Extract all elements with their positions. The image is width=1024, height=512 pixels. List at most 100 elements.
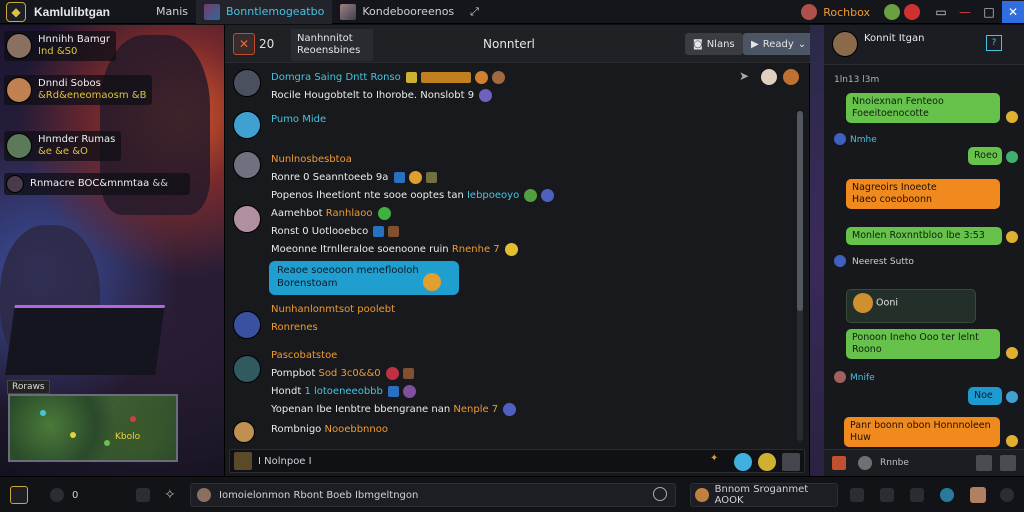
tab-kondebooreenos[interactable]: Kondebooreenos <box>332 0 462 24</box>
message-author: Pascobatstoe <box>271 350 338 361</box>
chat-button[interactable] <box>850 485 864 505</box>
notifications-button[interactable]: 0 <box>50 485 78 505</box>
minimap-marker <box>40 410 46 416</box>
sender-name: Nmhe <box>850 135 877 145</box>
minimap-marker <box>70 432 76 438</box>
message-author: Rombnigo <box>271 424 322 435</box>
channel-icon[interactable]: ✕ <box>233 33 255 55</box>
friend-item[interactable]: Hnmder Rumas &e &e &O <box>4 131 122 161</box>
badge-icon <box>388 225 400 237</box>
emoji-icon <box>1006 151 1018 163</box>
message-tail: Nenple 7 <box>453 404 499 415</box>
message-tag: Sod 3c0&&0 <box>318 368 381 379</box>
camera-icon: ◙ <box>693 38 703 50</box>
close-button[interactable]: ✕ <box>1002 1 1024 23</box>
search-bar[interactable]: Iomoielonmon Rbont Boeb Ibmgeltngon <box>190 483 676 507</box>
game-keyboard <box>5 305 165 375</box>
star-icon: ✧ <box>164 487 176 503</box>
channel-info[interactable]: Nanhnnitot Reoensbines <box>291 29 373 61</box>
chat-input[interactable]: I Nolnpoe I ✦ <box>229 449 805 473</box>
minimap[interactable]: Kbolo <box>8 394 178 462</box>
image-icon[interactable] <box>782 453 800 471</box>
friend-status: && <box>152 178 169 189</box>
gift-icon[interactable] <box>832 456 846 470</box>
info-icon[interactable]: ? <box>986 35 1002 51</box>
secondary-search[interactable]: Bnnom Sroganmet AOOK <box>690 483 838 507</box>
card-title: Ooni <box>876 297 898 309</box>
chat-message: Nunlnosbesbtoa Ronre 0 Seanntoeeb 9a Pop… <box>233 151 793 207</box>
alert-icon[interactable] <box>904 4 920 20</box>
chat-message: Aamehbot Ranhlaoo Ronst 0 Uotlooebco Moe… <box>233 205 793 261</box>
expand-icon[interactable]: ⤢ <box>462 0 487 24</box>
image-icon[interactable] <box>976 455 992 471</box>
avatar <box>858 456 872 470</box>
avatar <box>834 255 846 267</box>
chat-input-text[interactable]: I Nolnpoe I <box>258 456 312 467</box>
message-link[interactable]: Iebpoeoyo <box>467 190 519 201</box>
avatar <box>233 421 255 443</box>
controller-button[interactable] <box>136 485 150 505</box>
emoji-icon <box>503 402 517 416</box>
minimap-marker <box>104 440 110 446</box>
message-text: Ronrenes <box>271 322 318 333</box>
message-text: Ronre 0 Seanntoeeb 9a <box>271 172 389 183</box>
play-icon: ▶ <box>751 38 759 50</box>
attach-icon[interactable] <box>234 452 252 470</box>
avatar <box>834 133 846 145</box>
bubble-icon[interactable] <box>734 453 752 471</box>
chat-message: Pascobatstoe Pompbot Sod 3c0&&0 Hondt 1 … <box>233 347 793 421</box>
tab-bonntlemogeatbo[interactable]: Bonntlemogeatbo <box>196 0 333 24</box>
message-card[interactable]: Ooni <box>846 289 976 323</box>
plans-button[interactable]: ◙ Nlans <box>685 33 743 55</box>
friend-item[interactable]: Rnmacre BOC&mnmtaa && <box>4 173 190 195</box>
profile-icon[interactable] <box>801 4 818 20</box>
sticker-icon <box>423 273 441 291</box>
message-author: Nunhanlonmtsot poolebt <box>271 304 396 315</box>
message-bubble: Nnoiexnan Fenteoo Foeeitoenocotte <box>846 93 1000 123</box>
chat-scrollbar[interactable] <box>797 111 803 441</box>
screen-icon[interactable]: ▭ <box>930 1 952 23</box>
fire-icon[interactable]: ✦ <box>710 453 728 471</box>
star-button[interactable]: ✧ <box>164 485 176 505</box>
friend-name: Hnnihh Bamgr <box>38 34 111 45</box>
game-thumb-icon <box>204 3 221 20</box>
friend-item[interactable]: Hnnihh Bamgr Ind &S0 <box>4 31 117 61</box>
emoji-icon <box>1006 391 1018 403</box>
figure-icon <box>940 488 954 502</box>
chat-icon <box>850 488 864 502</box>
achievement-icon[interactable] <box>884 4 900 20</box>
friend-status: &e &e &O <box>38 146 88 157</box>
settings-button[interactable] <box>1000 485 1014 505</box>
profile-button[interactable] <box>970 485 986 505</box>
avatar <box>233 151 261 179</box>
chat-title: Nonnterl <box>483 37 535 51</box>
square-icon[interactable] <box>1000 455 1016 471</box>
gallery-button[interactable] <box>880 485 894 505</box>
home-button[interactable] <box>10 485 28 505</box>
minimap-tag: Roraws <box>7 380 50 394</box>
badge-icon <box>425 171 437 183</box>
scroll-thumb[interactable] <box>797 111 803 311</box>
search-icon[interactable] <box>653 487 667 501</box>
message-text: Yopenan Ibe Ienbtre bbengrane nan <box>271 404 451 415</box>
message-tag: Dntt Ronso <box>345 72 401 83</box>
figure-button[interactable] <box>940 485 954 505</box>
right-label[interactable]: Rochbox <box>823 6 870 19</box>
minimize-button[interactable]: — <box>954 1 976 23</box>
trophy-button[interactable] <box>910 485 924 505</box>
gear-icon <box>1000 488 1014 502</box>
message-tag: Nooebbnnoo <box>324 424 388 435</box>
tab-manis[interactable]: Manis <box>148 0 196 24</box>
maximize-button[interactable]: □ <box>978 1 1000 23</box>
ready-button[interactable]: ▶ Ready ⌄ <box>743 33 815 55</box>
avatar <box>6 77 32 103</box>
emoji-icon[interactable] <box>758 453 776 471</box>
chat-header: ✕ 20 Nanhnnitot Reoensbines Nonnterl ◙ Nl… <box>225 25 815 63</box>
sender-name: Mnife <box>850 373 875 383</box>
message-author: Domgra Saing <box>271 72 343 83</box>
friend-item[interactable]: Dnndi Sobos &Rd&eneomaosm &B <box>4 75 153 105</box>
chat-message: Domgra Saing Dntt Ronso Rocile Hougobtel… <box>233 69 793 109</box>
message-text: Hondt <box>271 386 302 397</box>
contact-sub: 1ln13 l3m <box>834 75 880 85</box>
emoji-icon <box>524 188 538 202</box>
